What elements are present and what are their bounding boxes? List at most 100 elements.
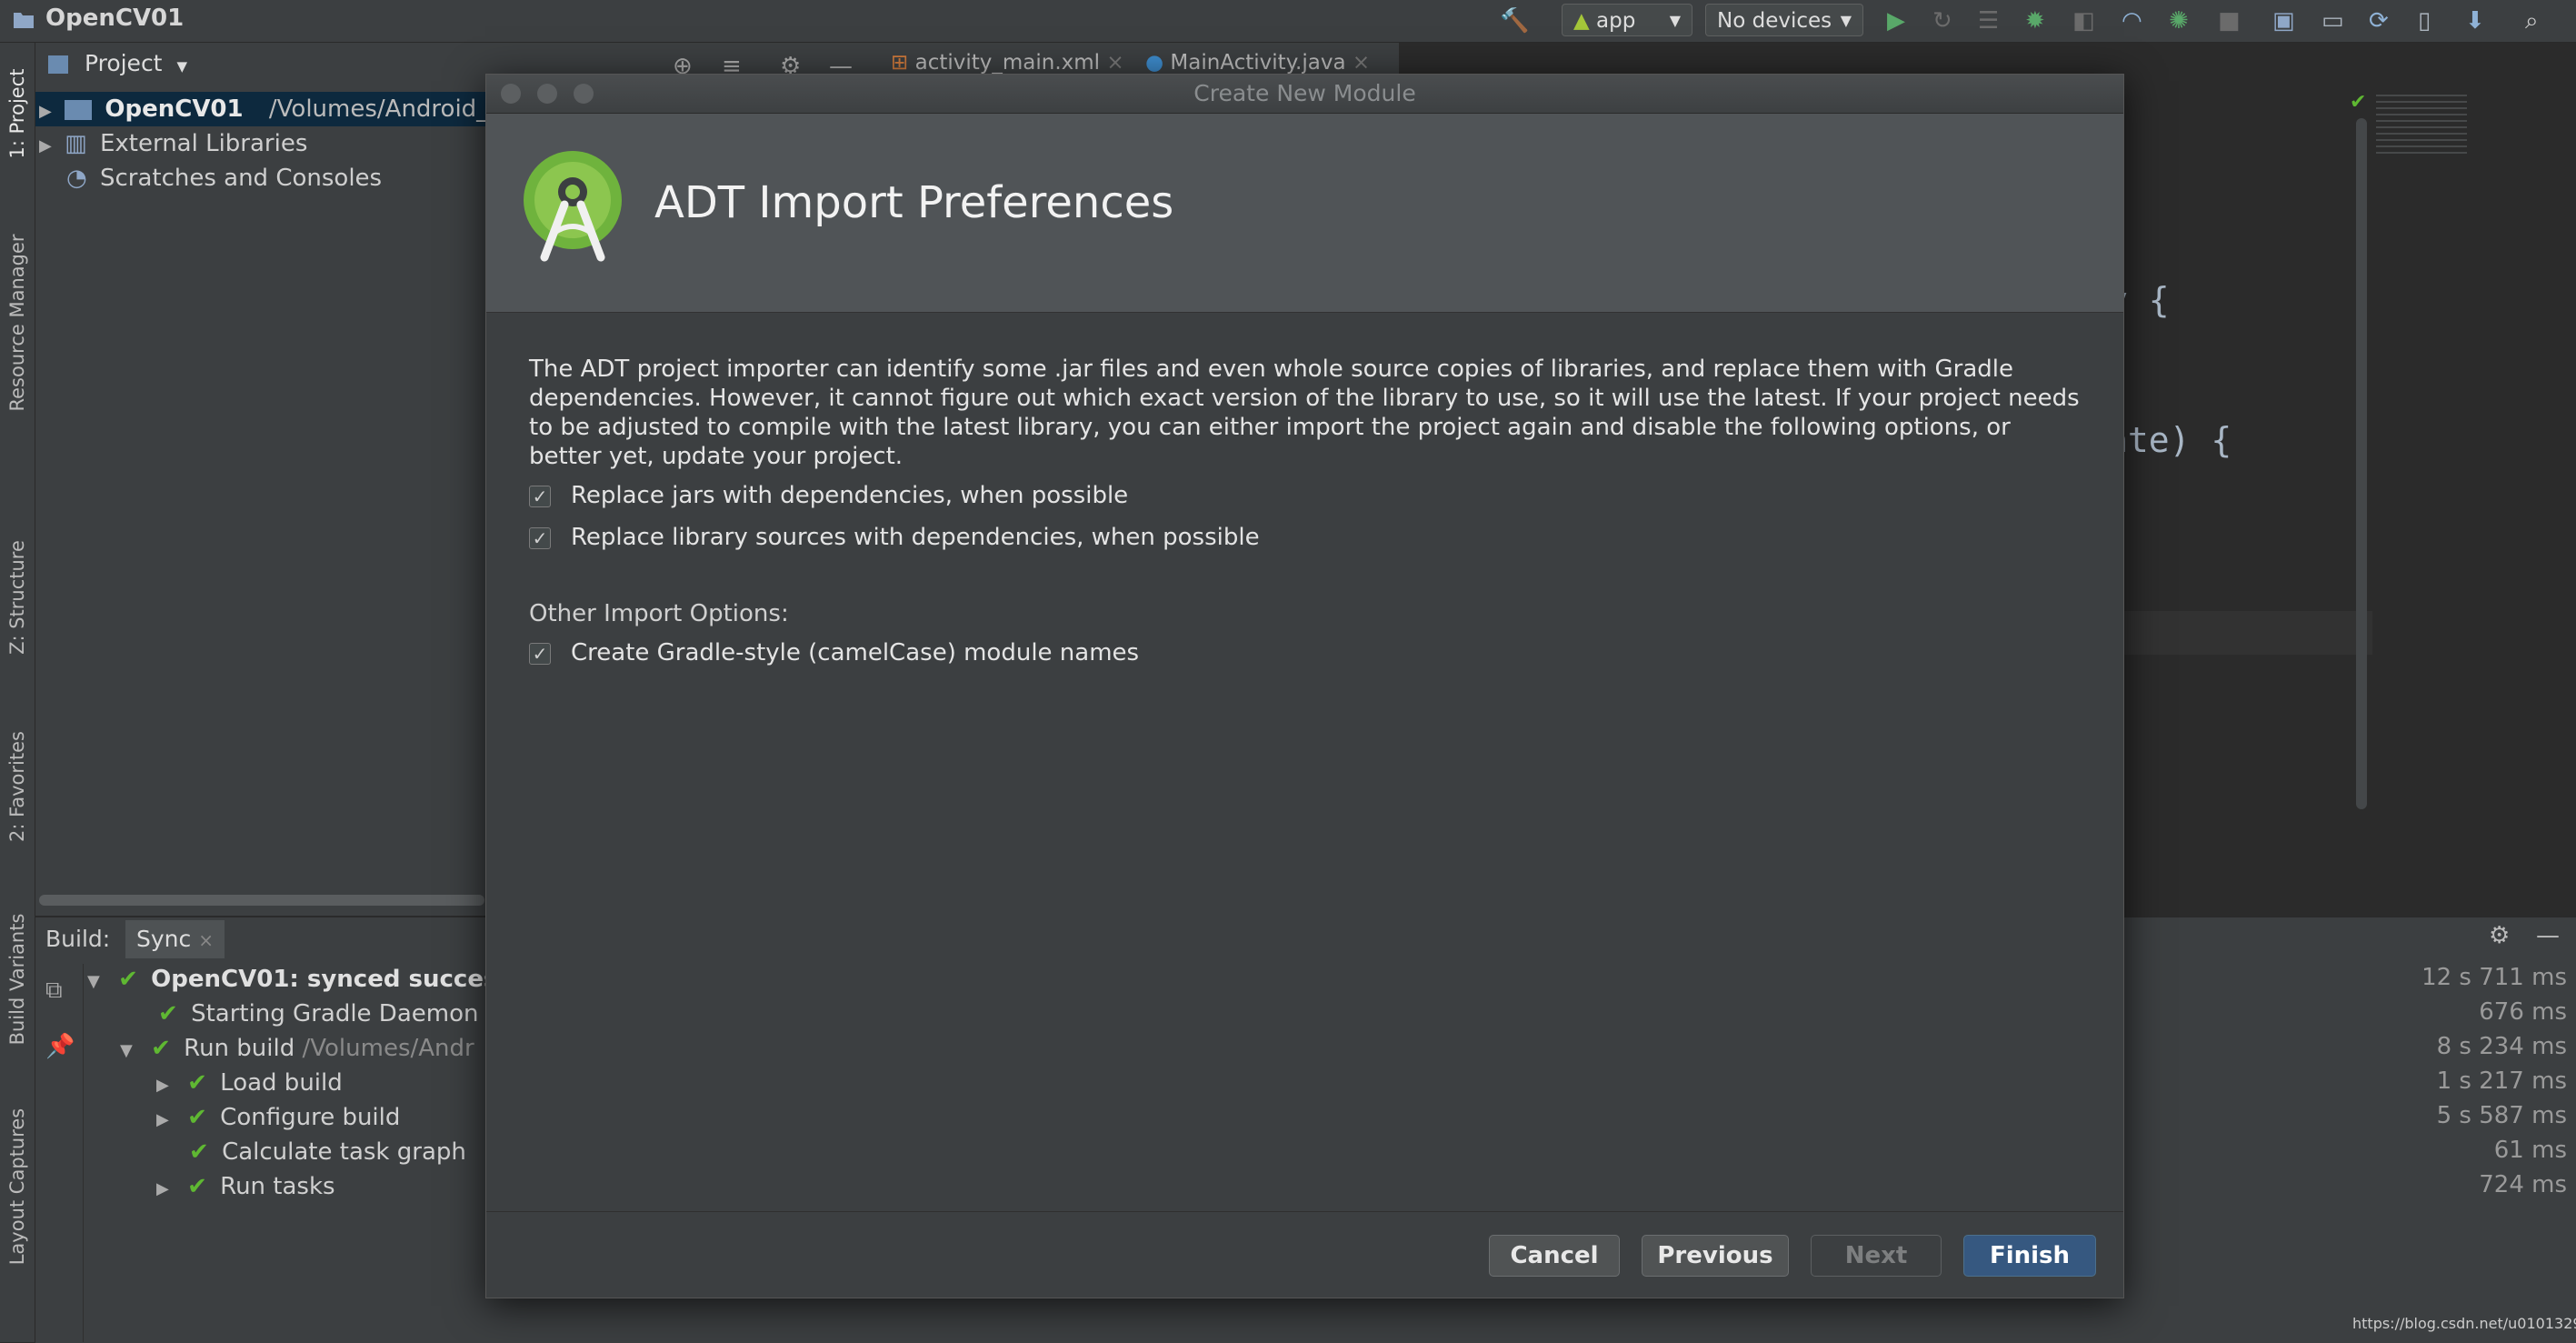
build-row-time: 676 ms	[2479, 998, 2567, 1026]
run-icon[interactable]: ▶	[1887, 9, 1905, 33]
toggle-view-icon[interactable]: ⧉	[45, 978, 63, 1002]
scratches-icon: ◔	[66, 165, 87, 192]
replace-library-sources-label[interactable]: Replace library sources with dependencie…	[571, 524, 1260, 551]
device-label: No devices	[1717, 9, 1832, 33]
other-import-options-label: Other Import Options:	[529, 600, 789, 627]
run-config-label: app	[1596, 9, 1636, 33]
attach-debugger-icon[interactable]: ✺	[2169, 9, 2189, 33]
build-row-time: 724 ms	[2479, 1171, 2567, 1198]
side-tab-favorites[interactable]: 2: Favorites	[1, 678, 34, 895]
debug-icon[interactable]: ✹	[2025, 9, 2045, 33]
finish-button[interactable]: Finish	[1963, 1235, 2096, 1277]
run-config-dropdown[interactable]: ▲ app ▼	[1562, 4, 1692, 36]
gear-icon[interactable]: ⚙	[2489, 924, 2510, 947]
build-hammer-icon[interactable]: 🔨	[1500, 9, 1529, 33]
window-title: OpenCV01	[45, 5, 185, 32]
success-check-icon: ✔	[158, 1000, 178, 1027]
close-icon[interactable]: ×	[198, 929, 214, 951]
code-fragment: ate) {	[2107, 420, 2232, 460]
library-icon: ▥	[65, 130, 87, 157]
device-dropdown[interactable]: No devices ▼	[1705, 4, 1863, 36]
close-icon[interactable]: ×	[1106, 51, 1123, 75]
left-tool-stripe: 1: Project Resource Manager Z: Structure…	[0, 43, 35, 1342]
editor-vertical-scrollbar[interactable]	[2356, 118, 2367, 809]
terminal-icon[interactable]: ▭	[2321, 9, 2344, 33]
dialog-heading: ADT Import Preferences	[654, 177, 1174, 228]
build-row-time: 1 s 217 ms	[2436, 1067, 2567, 1095]
profiler-icon[interactable]: ◠	[2122, 9, 2142, 33]
folder-icon	[65, 99, 93, 120]
replace-jars-label[interactable]: Replace jars with dependencies, when pos…	[571, 482, 1128, 509]
cancel-button[interactable]: Cancel	[1489, 1235, 1620, 1277]
side-tab-structure[interactable]: Z: Structure	[1, 489, 34, 706]
previous-button[interactable]: Previous	[1642, 1235, 1789, 1277]
success-check-icon: ✔	[189, 1138, 209, 1166]
build-row-time: 8 s 234 ms	[2436, 1033, 2567, 1060]
build-row[interactable]: ✔ Calculate task graph	[189, 1135, 466, 1169]
rerun-icon[interactable]: ↻	[1932, 9, 1952, 33]
chevron-down-icon: ▼	[1669, 12, 1681, 29]
checkmark-icon: ✓	[532, 486, 548, 507]
gradle-sync-icon[interactable]: ⟳	[2369, 9, 2389, 33]
build-row[interactable]: ▶ ✔ Configure build	[156, 1100, 400, 1135]
success-check-icon: ✔	[187, 1173, 207, 1200]
minimize-icon[interactable]: —	[2536, 924, 2560, 947]
close-icon[interactable]: ×	[1353, 51, 1370, 75]
chevron-down-icon: ▼	[120, 1041, 133, 1060]
success-check-icon: ✔	[151, 1035, 171, 1062]
stop-icon[interactable]: ■	[2218, 9, 2241, 33]
tree-item-project[interactable]: ▶ OpenCV01 /Volumes/Android_C	[35, 92, 504, 126]
tree-item-path: /Volumes/Android_C	[268, 95, 505, 123]
success-check-icon: ✔	[187, 1069, 207, 1097]
replace-jars-checkbox[interactable]: ✓	[529, 486, 551, 507]
build-row[interactable]: ▶ ✔ Load build	[156, 1066, 343, 1100]
chevron-down-icon: ▼	[176, 58, 187, 75]
sdk-manager-icon[interactable]: ⬇	[2465, 9, 2485, 33]
side-tab-resource-manager[interactable]: Resource Manager	[1, 215, 34, 431]
side-tab-project[interactable]: 1: Project	[1, 5, 34, 222]
side-tab-build-variants[interactable]: Build Variants	[1, 871, 34, 1087]
dialog-description: The ADT project importer can identify so…	[529, 356, 2080, 470]
main-toolbar: OpenCV01 🔨 ▲ app ▼ No devices ▼ ▶ ↻ ☰ ✹ …	[0, 0, 2576, 43]
chevron-down-icon: ▼	[87, 972, 100, 991]
dialog-title: Create New Module	[1193, 80, 1416, 106]
tab-sync[interactable]: Sync ×	[125, 920, 225, 958]
build-row-time: 12 s 711 ms	[2421, 964, 2567, 991]
project-view-icon	[48, 55, 68, 74]
success-check-icon: ✔	[118, 966, 138, 993]
chevron-right-icon: ▶	[39, 136, 52, 155]
gradle-style-names-checkbox[interactable]: ✓	[529, 643, 551, 665]
gradle-style-names-label[interactable]: Create Gradle-style (camelCase) module n…	[571, 639, 1139, 666]
build-row-time: 5 s 587 ms	[2436, 1102, 2567, 1129]
pin-icon[interactable]: 📌	[45, 1035, 75, 1058]
avd-manager-icon[interactable]: ▯	[2418, 9, 2431, 33]
tab-label: MainActivity.java	[1170, 51, 1346, 75]
project-view-label: Project	[84, 50, 163, 76]
tree-item-name: OpenCV01	[105, 95, 244, 123]
tree-item-external-libraries[interactable]: ▶ ▥ External Libraries	[35, 126, 490, 161]
xml-file-icon: ⊞	[891, 51, 909, 75]
build-row[interactable]: ▼ ✔ Run build /Volumes/Andr	[120, 1031, 474, 1066]
build-row[interactable]: ▼ ✔ OpenCV01: synced successf	[87, 962, 522, 997]
coverage-icon[interactable]: ◧	[2072, 9, 2095, 33]
chevron-right-icon: ▶	[156, 1179, 169, 1198]
project-structure-icon[interactable]: ▣	[2272, 9, 2295, 33]
chevron-down-icon: ▼	[1840, 12, 1852, 29]
inspection-ok-icon: ✔	[2350, 91, 2367, 114]
project-pane-header[interactable]: Project ▼	[35, 50, 187, 86]
tab-activity-main-xml[interactable]: ⊞ activity_main.xml ×	[891, 51, 1124, 75]
watermark-url: https://blog.csdn.net/u010132993	[2352, 1315, 2576, 1332]
tab-main-activity-java[interactable]: ● MainActivity.java ×	[1145, 51, 1370, 75]
build-row[interactable]: ✔ Starting Gradle Daemon	[158, 997, 478, 1031]
tree-item-scratches[interactable]: ◔ Scratches and Consoles	[35, 161, 490, 195]
horizontal-scrollbar[interactable]	[39, 895, 484, 906]
list-icon[interactable]: ☰	[1978, 9, 1999, 33]
next-button[interactable]: Next	[1811, 1235, 1942, 1277]
chevron-right-icon: ▶	[39, 102, 52, 121]
search-icon[interactable]: ⌕	[2525, 9, 2539, 33]
side-tab-layout-captures[interactable]: Layout Captures	[1, 1078, 34, 1295]
replace-library-sources-checkbox[interactable]: ✓	[529, 527, 551, 549]
tree-item-name: External Libraries	[99, 130, 308, 157]
build-row[interactable]: ▶ ✔ Run tasks	[156, 1169, 335, 1204]
current-line-highlight	[2123, 611, 2372, 655]
